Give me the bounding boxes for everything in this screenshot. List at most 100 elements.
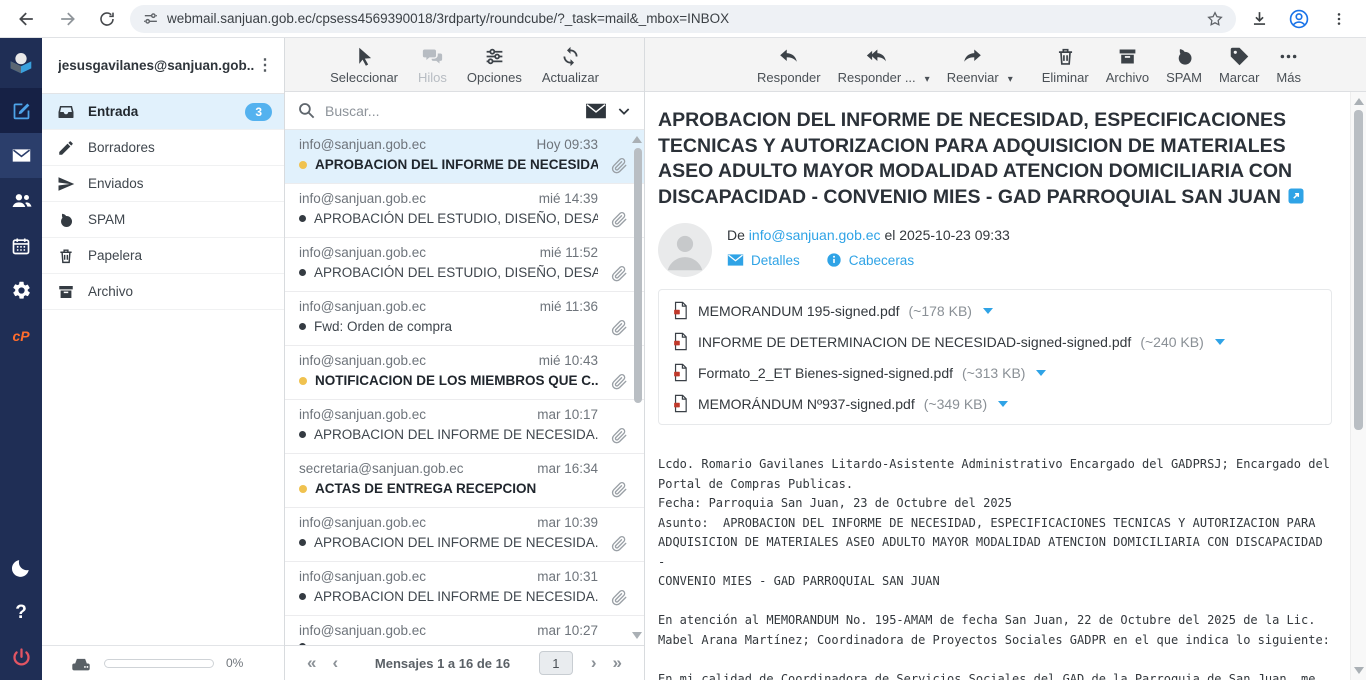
sidebar-item-archivo[interactable]: Archivo xyxy=(42,274,284,310)
message-view: APROBACION DEL INFORME DE NECESIDAD, ESP… xyxy=(645,92,1366,680)
quota-percent: 0% xyxy=(226,656,243,670)
message-row[interactable]: secretaria@sanjuan.gob.ecmar 16:34 ACTAS… xyxy=(285,454,644,508)
sidebar-item-enviados[interactable]: Enviados xyxy=(42,166,284,202)
last-page-button[interactable]: » xyxy=(605,653,630,673)
from-email-link[interactable]: info@sanjuan.gob.ec xyxy=(749,227,881,243)
logout-button[interactable] xyxy=(0,635,42,680)
folder-label: Archivo xyxy=(88,284,133,299)
message-row[interactable]: info@sanjuan.gob.ecmar 10:27 xyxy=(285,616,644,645)
message-date: mié 11:36 xyxy=(540,299,598,314)
sidebar-item-entrada[interactable]: Entrada 3 xyxy=(42,94,284,130)
select-button[interactable]: Seleccionar xyxy=(330,46,398,85)
moon-icon xyxy=(10,557,32,579)
chevron-down-icon[interactable] xyxy=(616,103,632,119)
folder-label: SPAM xyxy=(88,212,125,227)
attachment-name[interactable]: MEMORÁNDUM Nº937-signed.pdf xyxy=(698,396,915,412)
mail-nav-button[interactable] xyxy=(0,133,42,178)
spam-button[interactable]: SPAM xyxy=(1166,46,1202,85)
account-menu-button[interactable]: ⋮ xyxy=(254,63,276,69)
message-row[interactable]: info@sanjuan.gob.ecmar 10:39 APROBACION … xyxy=(285,508,644,562)
message-subject: ACTAS DE ENTREGA RECEPCION xyxy=(315,481,536,496)
cpanel-link-button[interactable]: cP xyxy=(0,313,42,358)
reply-all-button[interactable]: Responder ... xyxy=(838,46,916,85)
attachment-name[interactable]: MEMORANDUM 195-signed.pdf xyxy=(698,303,900,319)
url-bar[interactable]: webmail.sanjuan.gob.ec/cpsess4569390018/… xyxy=(130,5,1236,33)
attachment-row: MEMORANDUM 195-signed.pdf (~178 KB) xyxy=(672,295,1318,326)
external-link-icon[interactable] xyxy=(1287,187,1305,205)
options-button[interactable]: Opciones xyxy=(467,46,522,85)
downloads-button[interactable] xyxy=(1242,4,1276,34)
message-subject: NOTIFICACION DE LOS MIEMBROS QUE C... xyxy=(315,373,598,388)
message-row[interactable]: info@sanjuan.gob.ecmié 10:43 NOTIFICACIO… xyxy=(285,346,644,400)
attachment-menu-caret[interactable] xyxy=(983,308,993,314)
message-row[interactable]: info@sanjuan.gob.ecmié 14:39 APROBACIÓN … xyxy=(285,184,644,238)
threads-bubbles-icon xyxy=(422,46,443,67)
delete-button[interactable]: Eliminar xyxy=(1042,46,1089,85)
attachment-name[interactable]: INFORME DE DETERMINACION DE NECESIDAD-si… xyxy=(698,334,1131,350)
forward-button[interactable]: Reenviar xyxy=(947,46,999,85)
mark-button[interactable]: Marcar xyxy=(1219,46,1259,85)
attachment-name[interactable]: Formato_2_ET Bienes-signed-signed.pdf xyxy=(698,365,953,381)
reading-pane: Responder Responder ... ▾ Reenviar ▾ Eli… xyxy=(645,38,1366,680)
attachment-menu-caret[interactable] xyxy=(1036,370,1046,376)
mail-toolbar: Responder Responder ... ▾ Reenviar ▾ Eli… xyxy=(645,38,1366,92)
forward-dropdown-caret[interactable]: ▾ xyxy=(1008,74,1013,85)
browser-menu-button[interactable] xyxy=(1322,4,1356,34)
reply-label: Responder xyxy=(757,70,821,85)
scroll-up-arrow[interactable] xyxy=(632,136,642,143)
message-subject-title: APROBACION DEL INFORME DE NECESIDAD, ESP… xyxy=(658,108,1332,210)
prev-page-button[interactable]: ‹ xyxy=(324,653,346,673)
refresh-list-button[interactable]: Actualizar xyxy=(542,46,599,85)
message-row[interactable]: info@sanjuan.gob.ecmié 11:36 Fwd: Orden … xyxy=(285,292,644,346)
message-row[interactable]: info@sanjuan.gob.ecHoy 09:33 APROBACION … xyxy=(285,130,644,184)
details-link[interactable]: Detalles xyxy=(727,253,800,268)
bookmark-star-icon[interactable] xyxy=(1206,10,1224,28)
scroll-down-arrow[interactable] xyxy=(632,632,642,639)
attachment-menu-caret[interactable] xyxy=(1215,339,1225,345)
message-date: Hoy 09:33 xyxy=(536,137,598,152)
threads-button[interactable]: Hilos xyxy=(418,46,447,85)
browser-refresh-button[interactable] xyxy=(90,4,124,34)
page-number-input[interactable]: 1 xyxy=(539,651,573,675)
calendar-icon xyxy=(11,236,31,256)
message-subject: APROBACION DEL INFORME DE NECESIDA... xyxy=(314,589,598,604)
calendar-nav-button[interactable] xyxy=(0,223,42,268)
download-icon xyxy=(1250,9,1269,28)
headers-link[interactable]: Cabeceras xyxy=(826,252,914,268)
reply-button[interactable]: Responder xyxy=(757,46,821,85)
scroll-down-arrow[interactable] xyxy=(1354,667,1364,674)
pagination-bar: « ‹ Mensajes 1 a 16 de 16 1 › » xyxy=(285,645,644,680)
compose-button[interactable] xyxy=(0,88,42,133)
message-row[interactable]: info@sanjuan.gob.ecmar 10:31 APROBACION … xyxy=(285,562,644,616)
sidebar-item-borradores[interactable]: Borradores xyxy=(42,130,284,166)
scrollbar-thumb[interactable] xyxy=(634,148,642,403)
reply-all-dropdown-caret[interactable]: ▾ xyxy=(925,74,930,85)
browser-forward-button[interactable] xyxy=(50,4,84,34)
attachment-menu-caret[interactable] xyxy=(998,401,1008,407)
dark-mode-button[interactable] xyxy=(0,545,42,590)
first-page-button[interactable]: « xyxy=(299,653,324,673)
browser-back-button[interactable] xyxy=(10,4,44,34)
list-scrollbar[interactable] xyxy=(632,130,644,645)
send-icon xyxy=(57,175,75,193)
settings-nav-button[interactable] xyxy=(0,268,42,313)
contacts-nav-button[interactable] xyxy=(0,178,42,223)
scrollbar-thumb[interactable] xyxy=(1354,110,1363,430)
message-subject: APROBACION DEL INFORME DE NECESIDA... xyxy=(314,427,598,442)
more-button[interactable]: Más xyxy=(1276,46,1301,85)
kebab-menu-icon xyxy=(1331,11,1347,27)
sidebar-item-spam[interactable]: SPAM xyxy=(42,202,284,238)
folder-label: Entrada xyxy=(88,104,138,119)
message-row[interactable]: info@sanjuan.gob.ecmar 10:17 APROBACION … xyxy=(285,400,644,454)
profile-button[interactable] xyxy=(1282,4,1316,34)
sidebar-item-papelera[interactable]: Papelera xyxy=(42,238,284,274)
message-date: mié 10:43 xyxy=(539,353,598,368)
search-input[interactable] xyxy=(325,103,576,119)
help-button[interactable]: ? xyxy=(0,590,42,635)
scroll-up-arrow[interactable] xyxy=(1354,98,1364,105)
mail-scrollbar[interactable] xyxy=(1350,92,1366,680)
next-page-button[interactable]: › xyxy=(583,653,605,673)
archive-button[interactable]: Archivo xyxy=(1106,46,1149,85)
message-row[interactable]: info@sanjuan.gob.ecmié 11:52 APROBACIÓN … xyxy=(285,238,644,292)
list-mode-envelope-icon[interactable] xyxy=(585,102,607,120)
